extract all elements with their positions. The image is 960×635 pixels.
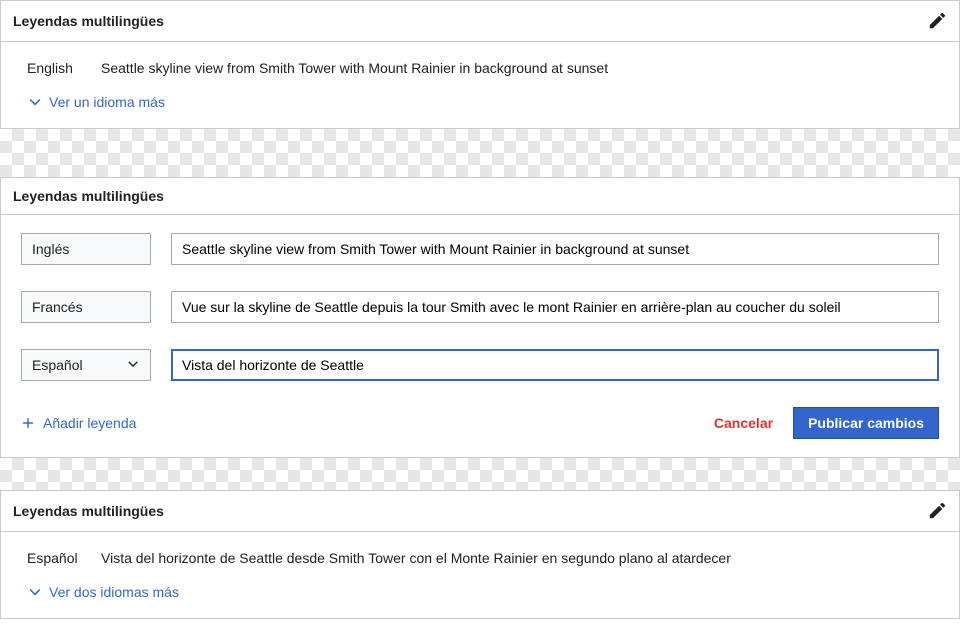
captions-panel-readonly-en: Leyendas multilingües English Seattle sk… bbox=[0, 0, 960, 129]
action-bar: Añadir leyenda Cancelar Publicar cambios bbox=[21, 407, 939, 439]
cancel-button[interactable]: Cancelar bbox=[714, 415, 773, 431]
language-label: Francés bbox=[32, 299, 83, 315]
caption-row: Español Vista del horizonte de Seattle d… bbox=[27, 550, 933, 566]
caption-text: Vista del horizonte de Seattle desde Smi… bbox=[101, 550, 933, 566]
show-more-label: Ver dos idiomas más bbox=[49, 584, 179, 600]
chevron-down-icon bbox=[27, 584, 43, 600]
language-label: Inglés bbox=[32, 241, 69, 257]
publish-button[interactable]: Publicar cambios bbox=[793, 407, 939, 439]
captions-panel-edit: Leyendas multilingües Inglés Francés Españ… bbox=[0, 177, 960, 458]
pencil-icon bbox=[928, 12, 946, 30]
caption-input[interactable] bbox=[171, 233, 939, 265]
add-caption-button[interactable]: Añadir leyenda bbox=[21, 415, 136, 431]
panel-header: Leyendas multilingües bbox=[1, 1, 959, 42]
pencil-icon bbox=[928, 502, 946, 520]
language-label: Español bbox=[32, 357, 83, 373]
right-actions: Cancelar Publicar cambios bbox=[714, 407, 939, 439]
panel-title: Leyendas multilingües bbox=[13, 188, 164, 204]
caption-row: English Seattle skyline view from Smith … bbox=[27, 60, 933, 76]
panel-body: Inglés Francés Español Añadir leyenda Canc… bbox=[1, 215, 959, 457]
show-more-languages-link[interactable]: Ver dos idiomas más bbox=[27, 584, 933, 600]
caption-language-label: Español bbox=[27, 550, 81, 566]
caption-edit-row: Español bbox=[21, 349, 939, 381]
captions-panel-readonly-es: Leyendas multilingües Español Vista del … bbox=[0, 490, 960, 619]
caption-edit-row: Inglés bbox=[21, 233, 939, 265]
caption-edit-row: Francés bbox=[21, 291, 939, 323]
edit-button[interactable] bbox=[927, 11, 947, 31]
panel-title: Leyendas multilingües bbox=[13, 13, 164, 29]
show-more-label: Ver un idioma más bbox=[49, 94, 165, 110]
chevron-down-icon bbox=[27, 94, 43, 110]
chevron-down-icon bbox=[126, 357, 140, 374]
language-selector[interactable]: Español bbox=[21, 349, 151, 381]
panel-header: Leyendas multilingües bbox=[1, 491, 959, 532]
caption-text: Seattle skyline view from Smith Tower wi… bbox=[101, 60, 933, 76]
language-selector: Inglés bbox=[21, 233, 151, 265]
caption-language-label: English bbox=[27, 60, 81, 76]
plus-icon bbox=[21, 416, 35, 430]
caption-input[interactable] bbox=[171, 291, 939, 323]
panel-body: English Seattle skyline view from Smith … bbox=[1, 42, 959, 128]
panel-header: Leyendas multilingües bbox=[1, 178, 959, 215]
spacer bbox=[0, 458, 960, 490]
panel-body: Español Vista del horizonte de Seattle d… bbox=[1, 532, 959, 618]
show-more-languages-link[interactable]: Ver un idioma más bbox=[27, 94, 933, 110]
language-selector: Francés bbox=[21, 291, 151, 323]
panel-title: Leyendas multilingües bbox=[13, 503, 164, 519]
spacer bbox=[0, 129, 960, 177]
edit-button[interactable] bbox=[927, 501, 947, 521]
caption-input[interactable] bbox=[171, 349, 939, 381]
add-caption-label: Añadir leyenda bbox=[43, 415, 136, 431]
